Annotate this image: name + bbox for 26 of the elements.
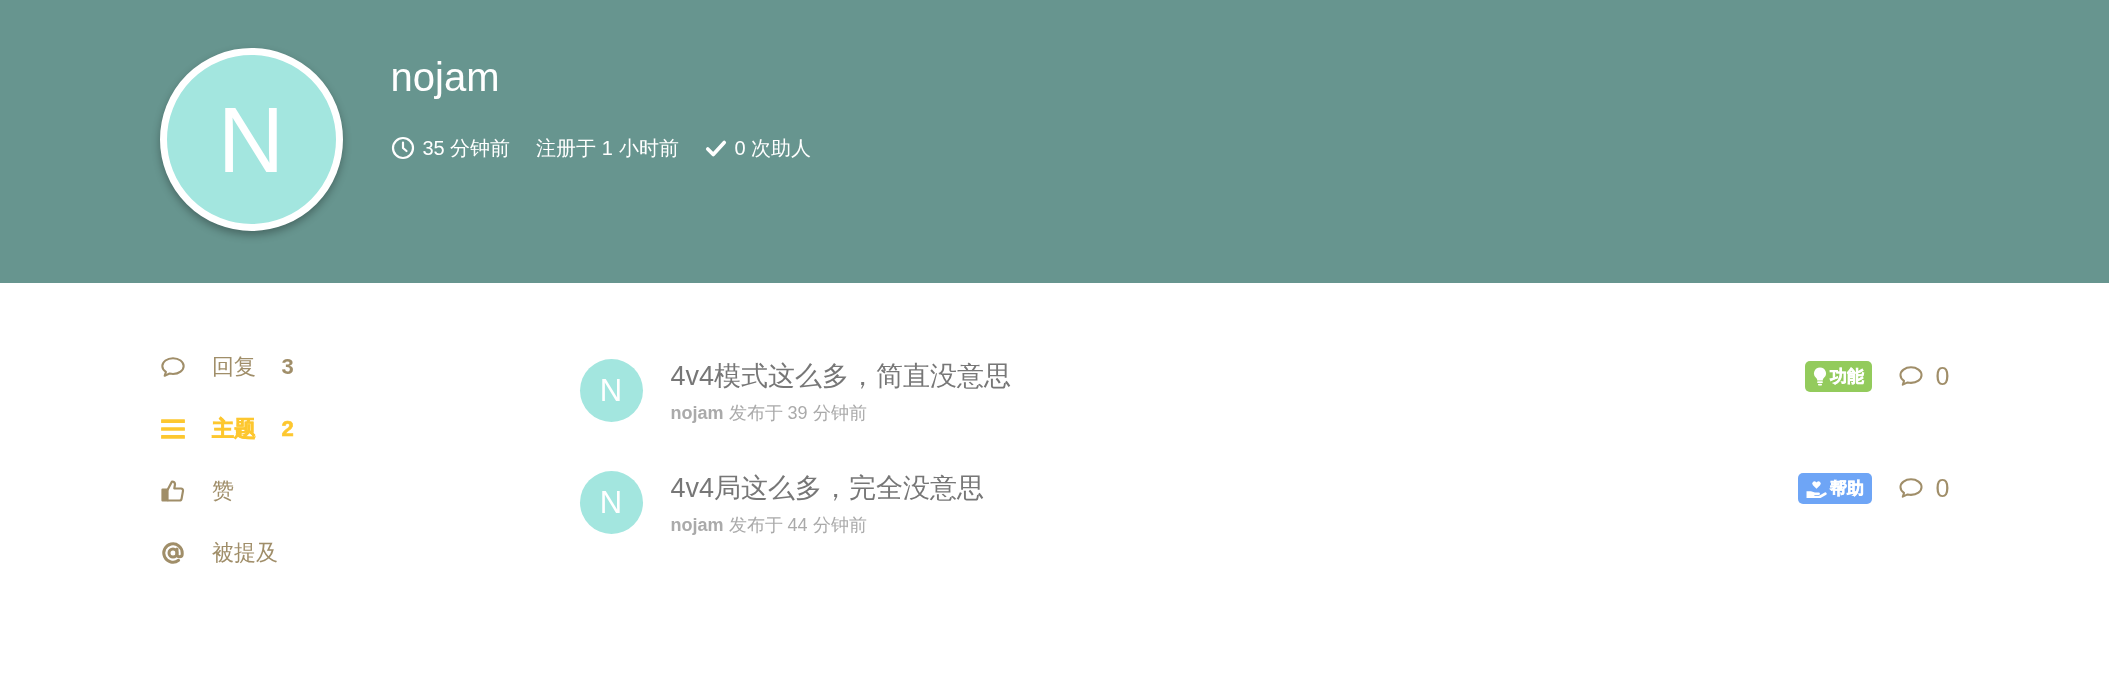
thumbs-up-icon (159, 479, 186, 503)
sidebar-item[interactable]: 赞 (159, 460, 234, 522)
helped-count: 0 次助人 (734, 136, 812, 161)
sidebar-item[interactable]: 回复 3 (159, 336, 294, 398)
clock-icon (390, 136, 415, 160)
join-date: 注册于 1 小时前 (536, 136, 679, 161)
topic-title[interactable]: 4v4局这么多，完全没意思 (670, 471, 985, 505)
comment-icon (159, 355, 186, 379)
topic-meta: nojam 发布于 44 分钟前 (670, 514, 867, 537)
reply-count: 0 (1935, 473, 1950, 503)
username: nojam (390, 54, 500, 101)
comment-icon (1897, 477, 1924, 499)
avatar: N (159, 48, 343, 231)
category-tag[interactable]: 功能 (1804, 360, 1872, 392)
sidebar-item[interactable]: 被提及 (159, 522, 278, 584)
reply-count: 0 (1935, 361, 1950, 391)
category-tag[interactable]: 帮助 (1797, 472, 1872, 504)
at-sign-icon (159, 541, 186, 565)
check-icon (704, 138, 727, 158)
lightbulb-icon (1812, 366, 1827, 386)
topic-title[interactable]: 4v4模式这么多，简直没意思 (670, 359, 1012, 393)
comment-icon (1897, 365, 1924, 387)
topic-meta: nojam 发布于 39 分钟前 (670, 402, 867, 425)
list-icon (159, 417, 186, 441)
hand-heart-icon (1805, 478, 1827, 498)
last-active-time: 35 分钟前 (422, 136, 511, 161)
